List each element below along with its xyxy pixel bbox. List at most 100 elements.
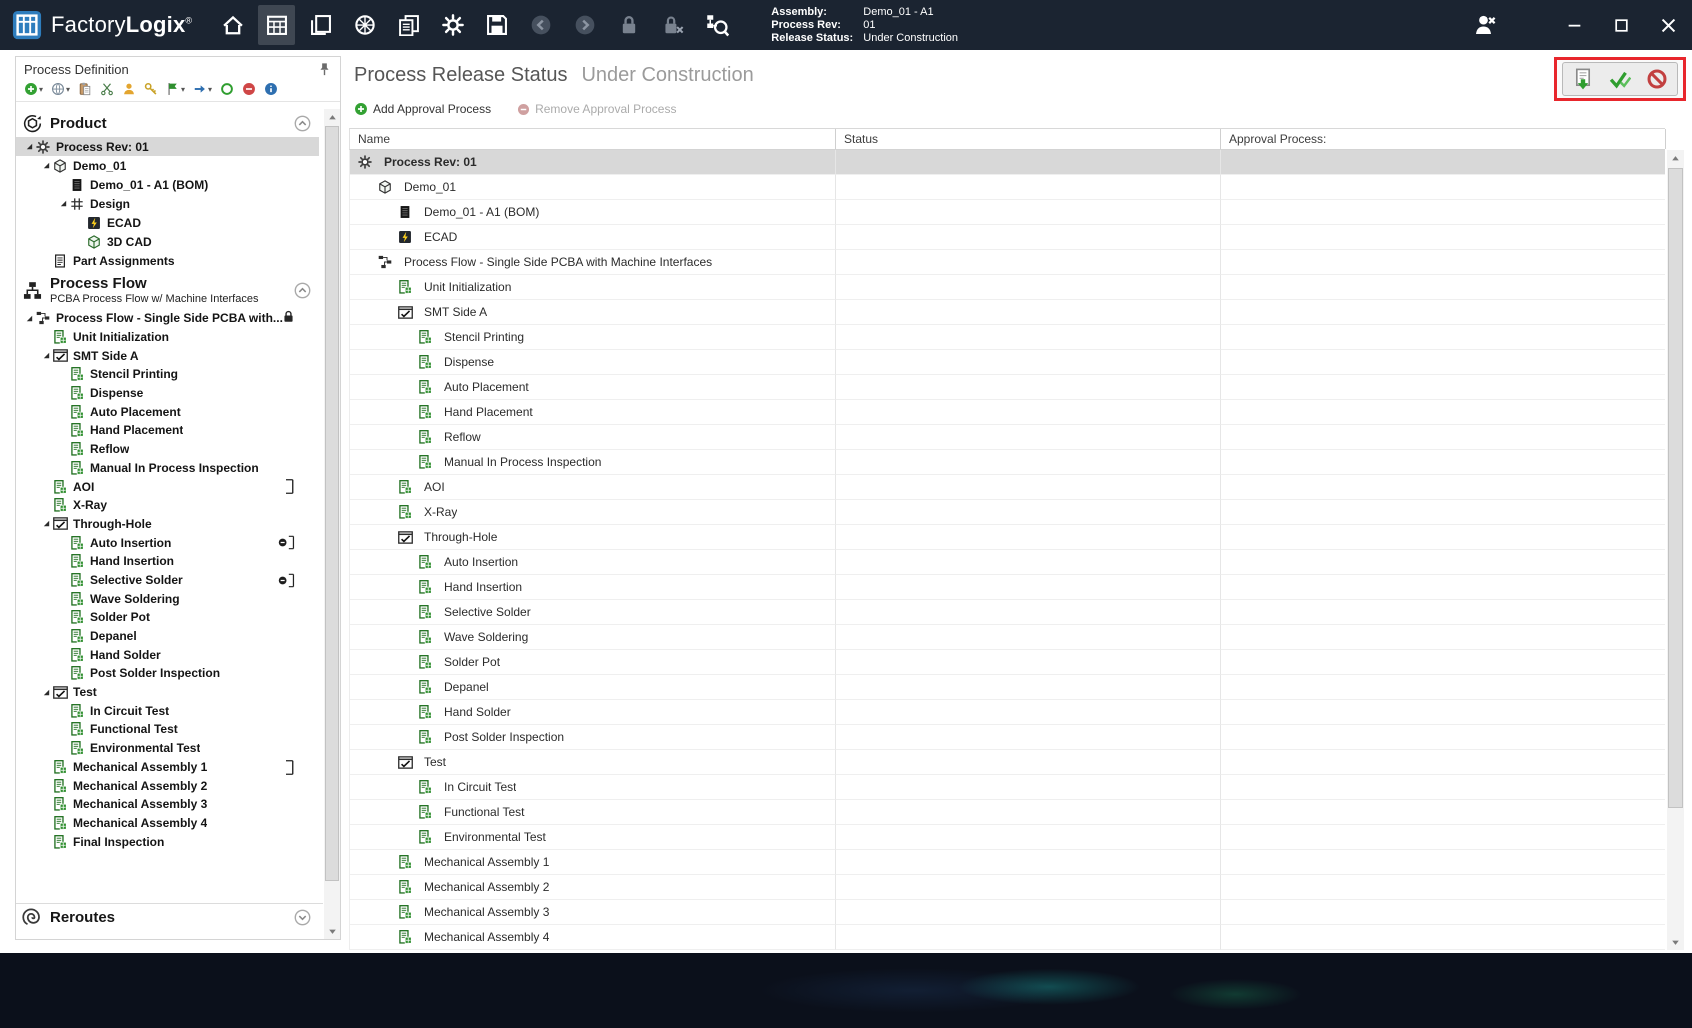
info-icon[interactable] [264, 82, 278, 96]
expander-icon[interactable] [22, 142, 36, 151]
table-row-selective-solder[interactable]: Selective Solder [350, 600, 1665, 625]
table-row-environmental-test[interactable]: Environmental Test [350, 825, 1665, 850]
expander-icon[interactable] [39, 161, 53, 170]
chevron-up-icon[interactable] [294, 282, 311, 299]
tree-item-depanel[interactable]: Depanel [16, 627, 319, 646]
tree-item-hand-insertion[interactable]: Hand Insertion [16, 552, 319, 571]
reroutes-section-header[interactable]: Reroutes [16, 903, 323, 931]
table-row-depanel[interactable]: Depanel [350, 675, 1665, 700]
reject-button[interactable] [1644, 65, 1670, 93]
sidebar-scrollbar[interactable] [324, 109, 340, 939]
tree-item-demo-01-a1-bom[interactable]: Demo_01 - A1 (BOM) [16, 175, 319, 194]
tree-item-environmental-test[interactable]: Environmental Test [16, 739, 319, 758]
remove-icon[interactable] [242, 82, 256, 96]
table-row-hand-placement[interactable]: Hand Placement [350, 400, 1665, 425]
scroll-down-icon[interactable] [1667, 934, 1683, 950]
expander-icon[interactable] [39, 519, 53, 528]
column-header-status[interactable]: Status [836, 129, 1221, 149]
tree-item-mechanical-assembly-3[interactable]: Mechanical Assembly 3 [16, 795, 319, 814]
expander-icon[interactable] [56, 199, 70, 208]
home-button[interactable] [214, 5, 251, 45]
table-row-process-flow-single-side-pcba-with-machine-interfaces[interactable]: Process Flow - Single Side PCBA with Mac… [350, 250, 1665, 275]
table-row-smt-side-a[interactable]: SMT Side A [350, 300, 1665, 325]
sync-button[interactable] [346, 5, 383, 45]
tree-item-test[interactable]: Test [16, 683, 319, 702]
table-row-auto-placement[interactable]: Auto Placement [350, 375, 1665, 400]
table-row-post-solder-inspection[interactable]: Post Solder Inspection [350, 725, 1665, 750]
tree-item-final-inspection[interactable]: Final Inspection [16, 832, 319, 851]
tree-item-mechanical-assembly-4[interactable]: Mechanical Assembly 4 [16, 814, 319, 833]
table-row-x-ray[interactable]: X-Ray [350, 500, 1665, 525]
main-scrollbar[interactable] [1667, 150, 1684, 950]
scroll-up-icon[interactable] [1667, 150, 1683, 166]
table-row-ecad[interactable]: ECAD [350, 225, 1665, 250]
column-header-approval-process[interactable]: Approval Process: [1221, 129, 1666, 149]
tree-item-design[interactable]: Design [16, 194, 319, 213]
tree-item-ecad[interactable]: ECAD [16, 213, 319, 232]
tree-item-part-assignments[interactable]: Part Assignments [16, 251, 319, 270]
tree-item-wave-soldering[interactable]: Wave Soldering [16, 589, 319, 608]
expander-icon[interactable] [22, 314, 36, 323]
forward-button[interactable] [566, 5, 603, 45]
tree-item-hand-placement[interactable]: Hand Placement [16, 421, 319, 440]
tree-item-in-circuit-test[interactable]: In Circuit Test [16, 701, 319, 720]
table-row-through-hole[interactable]: Through-Hole [350, 525, 1665, 550]
expander-icon[interactable] [39, 688, 53, 697]
tree-item-hand-solder[interactable]: Hand Solder [16, 645, 319, 664]
globe-icon[interactable]: ▾ [51, 82, 70, 96]
remove-approval-process-link[interactable]: Remove Approval Process [517, 102, 676, 116]
tree-item-reflow[interactable]: Reflow [16, 440, 319, 459]
table-row-mechanical-assembly-2[interactable]: Mechanical Assembly 2 [350, 875, 1665, 900]
pin-icon[interactable] [317, 62, 332, 77]
add-approval-process-link[interactable]: Add Approval Process [354, 102, 491, 116]
table-row-mechanical-assembly-3[interactable]: Mechanical Assembly 3 [350, 900, 1665, 925]
chevron-down-icon[interactable] [294, 909, 311, 926]
tree-item-auto-placement[interactable]: Auto Placement [16, 402, 319, 421]
table-row-stencil-printing[interactable]: Stencil Printing [350, 325, 1665, 350]
tree-item-demo-01[interactable]: Demo_01 [16, 156, 319, 175]
chevron-up-icon[interactable] [294, 115, 311, 132]
tree-item-auto-insertion[interactable]: Auto Insertion [16, 533, 319, 552]
table-row-hand-insertion[interactable]: Hand Insertion [350, 575, 1665, 600]
tree-item-dispense[interactable]: Dispense [16, 384, 319, 403]
tree-item-smt-side-a[interactable]: SMT Side A [16, 346, 319, 365]
lock-x-button[interactable] [654, 5, 691, 45]
tree-item-mechanical-assembly-2[interactable]: Mechanical Assembly 2 [16, 776, 319, 795]
tree-item-unit-initialization[interactable]: Unit Initialization [16, 328, 319, 347]
tree-item-process-rev-01[interactable]: Process Rev: 01 [16, 137, 319, 156]
lock-button[interactable] [610, 5, 647, 45]
flag-icon[interactable]: ▾ [166, 82, 185, 96]
table-row-dispense[interactable]: Dispense [350, 350, 1665, 375]
table-row-wave-soldering[interactable]: Wave Soldering [350, 625, 1665, 650]
scrollbar-thumb[interactable] [1668, 168, 1683, 808]
table-row-in-circuit-test[interactable]: In Circuit Test [350, 775, 1665, 800]
table-row-solder-pot[interactable]: Solder Pot [350, 650, 1665, 675]
scroll-up-icon[interactable] [324, 109, 340, 125]
tree-item-functional-test[interactable]: Functional Test [16, 720, 319, 739]
table-row-manual-in-process-inspection[interactable]: Manual In Process Inspection [350, 450, 1665, 475]
table-row-auto-insertion[interactable]: Auto Insertion [350, 550, 1665, 575]
close-button[interactable] [1645, 0, 1692, 50]
tree-item-solder-pot[interactable]: Solder Pot [16, 608, 319, 627]
tree-item-selective-solder[interactable]: Selective Solder [16, 571, 319, 590]
tree-item-stencil-printing[interactable]: Stencil Printing [16, 365, 319, 384]
product-section-header[interactable]: Product [16, 109, 323, 137]
scrollbar-thumb[interactable] [325, 126, 339, 881]
scroll-down-icon[interactable] [324, 923, 340, 939]
tree-item-3d-cad[interactable]: 3D CAD [16, 232, 319, 251]
table-row-unit-initialization[interactable]: Unit Initialization [350, 275, 1665, 300]
table-row-functional-test[interactable]: Functional Test [350, 800, 1665, 825]
flow-search-button[interactable] [698, 5, 735, 45]
minimize-button[interactable] [1551, 0, 1598, 50]
layers-button[interactable] [302, 5, 339, 45]
tree-item-post-solder-inspection[interactable]: Post Solder Inspection [16, 664, 319, 683]
table-row-process-rev-01[interactable]: Process Rev: 01 [350, 150, 1665, 175]
record-icon[interactable] [220, 82, 234, 96]
table-row-hand-solder[interactable]: Hand Solder [350, 700, 1665, 725]
table-row-aoi[interactable]: AOI [350, 475, 1665, 500]
save-button[interactable] [478, 5, 515, 45]
table-row-mechanical-assembly-1[interactable]: Mechanical Assembly 1 [350, 850, 1665, 875]
add-icon[interactable]: ▾ [24, 82, 43, 96]
tree-item-x-ray[interactable]: X-Ray [16, 496, 319, 515]
settings-button[interactable] [434, 5, 471, 45]
